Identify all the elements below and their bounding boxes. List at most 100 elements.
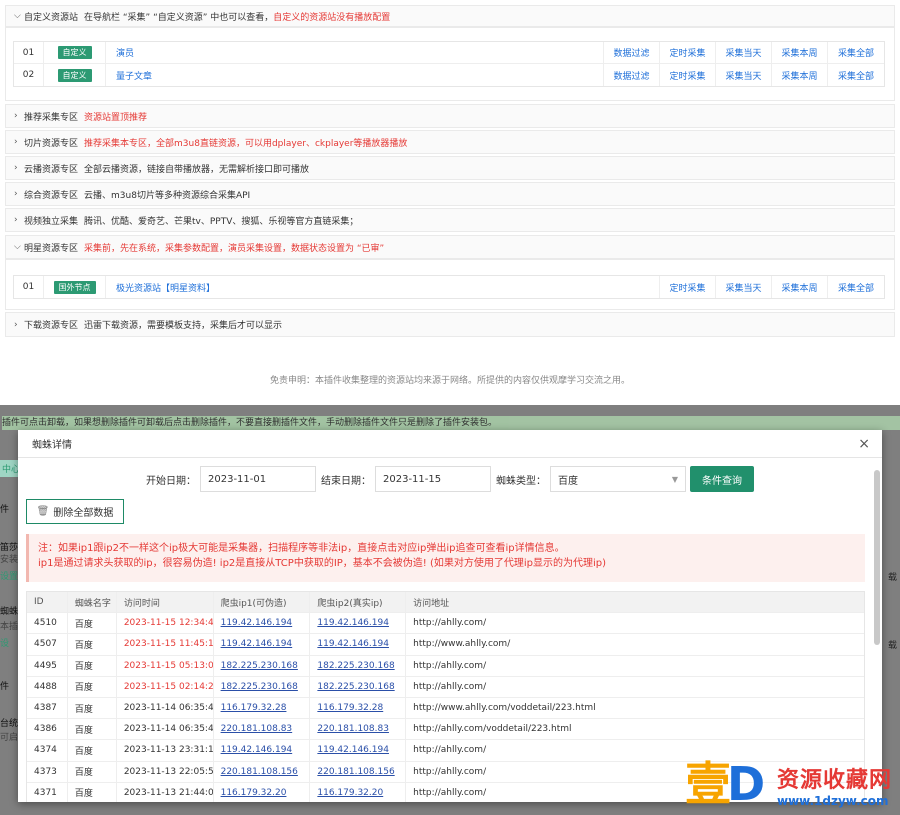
row-ip2-cell[interactable]: 220.181.108.83 <box>310 719 407 740</box>
chevron-down-icon: ⌵ <box>14 242 21 252</box>
row-id: 4386 <box>27 719 68 740</box>
collect-today-button[interactable]: 采集当天 <box>716 41 772 64</box>
close-icon[interactable]: × <box>858 436 870 452</box>
row-ip1-cell[interactable]: 182.225.230.168 <box>214 655 311 676</box>
row-ip1-link[interactable]: 119.42.146.194 <box>221 618 293 628</box>
row-ip1-cell[interactable]: 119.42.146.194 <box>214 613 311 634</box>
bg-label: 载 <box>887 641 897 651</box>
start-date-label: 开始日期： <box>146 475 196 487</box>
section-recommend[interactable]: › 推荐采集专区 资源站置顶推荐 <box>5 104 895 128</box>
row-ip2-cell[interactable]: 182.225.230.168 <box>310 655 407 676</box>
schedule-button[interactable]: 定时采集 <box>660 41 716 64</box>
row-ip1-link[interactable]: 116.179.32.28 <box>221 703 287 713</box>
section-star[interactable]: ⌵ 明星资源专区 采集前，先在系统，采集参数配置，演员采集设置，数据状态设置为 … <box>5 235 895 259</box>
row-ip1-link[interactable]: 119.42.146.194 <box>221 745 293 755</box>
row-ip2-link[interactable]: 119.42.146.194 <box>317 639 389 649</box>
end-date-input[interactable]: 2023-11-15 <box>375 466 491 492</box>
row-ip1-cell[interactable]: 116.179.32.20 <box>214 782 311 802</box>
scrollbar[interactable] <box>874 470 880 645</box>
watermark-glyph: D <box>727 757 766 811</box>
chevron-down-icon: ⌵ <box>14 11 21 21</box>
row-ip1-link[interactable]: 119.42.146.194 <box>221 639 293 649</box>
row-ip2-link[interactable]: 119.42.146.194 <box>317 618 389 628</box>
row-ip2-link[interactable]: 220.181.108.156 <box>317 767 394 777</box>
source-link[interactable]: 极光资源站【明星资料】 <box>106 276 660 298</box>
bg-label: 安装 <box>0 555 19 565</box>
section-custom[interactable]: ⌵ 自定义资源站 在导航栏 “采集” “自定义资源” 中也可以查看， 自定义的资… <box>5 5 895 27</box>
row-url: http://ahlly.com/ <box>413 681 487 692</box>
watermark-url: www.1dzyw.com <box>777 794 889 808</box>
collect-today-button[interactable]: 采集当天 <box>716 276 772 298</box>
row-ip2-link[interactable]: 116.179.32.20 <box>317 788 383 798</box>
schedule-button[interactable]: 定时采集 <box>660 64 716 86</box>
row-ip2-cell[interactable]: 116.179.32.20 <box>310 782 407 802</box>
section-cloud[interactable]: › 云播资源专区 全部云播资源，链接自带播放器，无需解析接口即可播放 <box>5 156 895 180</box>
filter-button[interactable]: 数据过滤 <box>604 41 660 64</box>
row-ip1-link[interactable]: 182.225.230.168 <box>221 661 298 671</box>
row-ip2-cell[interactable]: 119.42.146.194 <box>310 740 407 761</box>
row-id: 4495 <box>27 655 68 676</box>
row-ip2-cell[interactable]: 119.42.146.194 <box>310 634 407 655</box>
source-link[interactable]: 演员 <box>106 41 604 64</box>
source-link[interactable]: 量子文章 <box>106 64 604 86</box>
section-desc: 在导航栏 “采集” “自定义资源” 中也可以查看， <box>84 12 274 23</box>
collect-all-button[interactable]: 采集全部 <box>828 64 884 86</box>
section-title: 切片资源专区 <box>24 138 79 149</box>
section-note: 推荐采集本专区，全部m3u8直链资源，可以用dplayer、ckplayer等播… <box>84 138 408 149</box>
collect-all-button[interactable]: 采集全部 <box>828 276 884 298</box>
section-general[interactable]: › 综合资源专区 云播、m3u8切片等多种资源综合采集API <box>5 182 895 206</box>
row-ip2-link[interactable]: 119.42.146.194 <box>317 745 389 755</box>
section-title: 明星资源专区 <box>24 243 79 254</box>
row-ip1-link[interactable]: 116.179.32.20 <box>221 788 287 798</box>
row-ip1-cell[interactable]: 182.225.230.168 <box>214 676 311 697</box>
row-spider-name: 百度 <box>68 613 117 634</box>
collect-all-button[interactable]: 采集全部 <box>828 42 884 64</box>
row-ip1-cell[interactable]: 220.181.108.83 <box>214 719 311 740</box>
row-ip2-cell[interactable]: 116.179.32.28 <box>310 697 407 719</box>
row-ip2-link[interactable]: 182.225.230.168 <box>317 661 394 671</box>
row-ip2-cell[interactable]: 220.181.108.156 <box>310 761 407 782</box>
custom-table: 01 自定义 演员 数据过滤 定时采集 采集当天 采集本周 采集全部 02 自定… <box>13 41 885 87</box>
start-date-input[interactable]: 2023-11-01 <box>200 466 316 492</box>
row-ip1-cell[interactable]: 116.179.32.28 <box>214 697 311 719</box>
table-row: 4507 百度 2023-11-15 11:45:15 119.42.146.194 1… <box>27 634 864 656</box>
row-number: 01 <box>14 41 44 64</box>
table-row: 01 国外节点 极光资源站【明星资料】 定时采集 采集当天 采集本周 采集全部 <box>14 276 884 298</box>
row-spider-name: 百度 <box>68 782 117 802</box>
row-ip1-link[interactable]: 220.181.108.83 <box>221 724 293 734</box>
row-time: 2023-11-15 05:13:05 <box>117 655 214 676</box>
section-slice[interactable]: › 切片资源专区 推荐采集本专区，全部m3u8直链资源，可以用dplayer、c… <box>5 130 895 154</box>
section-video[interactable]: › 视频独立采集 腾讯、优酷、爱奇艺、芒果tv、PPTV、搜狐、乐视等官方直链采… <box>5 208 895 232</box>
row-ip2-link[interactable]: 182.225.230.168 <box>317 682 394 692</box>
row-ip1-cell[interactable]: 119.42.146.194 <box>214 740 311 761</box>
collect-week-button[interactable]: 采集本周 <box>772 41 828 64</box>
delete-all-button[interactable]: 🗑 删除全部数据 <box>26 499 124 524</box>
section-desc: 云播、m3u8切片等多种资源综合采集API <box>84 190 251 201</box>
row-time: 2023-11-13 23:31:17 <box>117 740 214 761</box>
row-spider-name: 百度 <box>68 655 117 676</box>
row-ip1-cell[interactable]: 119.42.146.194 <box>214 634 311 655</box>
table-row: 4488 百度 2023-11-15 02:14:28 182.225.230.168… <box>27 676 864 698</box>
plugin-banner: 插件可点击卸载，如果想删除插件可卸载后点击删除插件，不要直接删插件文件，手动删除… <box>2 416 900 430</box>
collect-week-button[interactable]: 采集本周 <box>772 64 828 86</box>
row-ip1-link[interactable]: 220.181.108.156 <box>221 767 298 777</box>
query-button[interactable]: 条件查询 <box>690 466 754 492</box>
row-ip2-link[interactable]: 220.181.108.83 <box>317 724 389 734</box>
row-ip2-cell[interactable]: 182.225.230.168 <box>310 676 407 697</box>
collect-today-button[interactable]: 采集当天 <box>716 64 772 86</box>
col-ip1: 爬虫ip1(可伪造) <box>214 592 311 613</box>
spider-type-select[interactable]: 百度 ▼ <box>550 466 686 492</box>
row-ip2-cell[interactable]: 119.42.146.194 <box>310 613 407 634</box>
row-ip2-link[interactable]: 116.179.32.28 <box>317 703 383 713</box>
row-url: http://www.ahlly.com/ <box>413 639 511 650</box>
row-spider-name: 百度 <box>68 761 117 782</box>
row-id: 4488 <box>27 676 68 697</box>
filter-button[interactable]: 数据过滤 <box>604 64 660 86</box>
delete-all-label: 删除全部数据 <box>53 508 114 519</box>
collect-week-button[interactable]: 采集本周 <box>772 276 828 298</box>
section-download[interactable]: › 下载资源专区 迅雷下载资源，需要模板支持，采集后才可以显示 <box>5 312 895 337</box>
row-ip1-link[interactable]: 182.225.230.168 <box>221 682 298 692</box>
schedule-button[interactable]: 定时采集 <box>660 276 716 298</box>
row-ip1-cell[interactable]: 220.181.108.156 <box>214 761 311 782</box>
section-desc: 全部云播资源，链接自带播放器，无需解析接口即可播放 <box>84 164 310 175</box>
